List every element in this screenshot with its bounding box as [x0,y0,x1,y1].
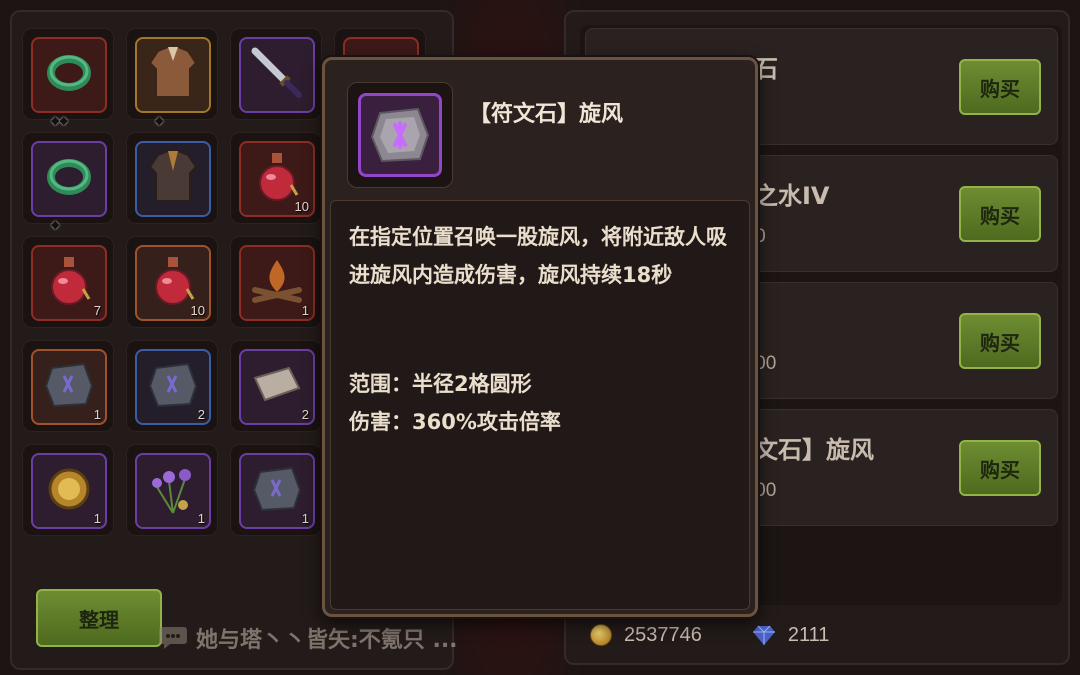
herb-flower-icon [145,461,201,521]
red-potion-icon [43,253,95,313]
jade-ring-icon [45,155,93,203]
slot-count: 1 [301,303,309,318]
scroll-icon [249,360,305,414]
inventory-slot[interactable]: 1 [230,236,322,328]
slot-frame: 2 [135,349,211,425]
slot-count: 2 [301,407,309,422]
slot-frame: 1 [31,453,107,529]
currency-bar: 2537746 2111 [590,618,829,652]
enhance-level-marks: ◆◆ [51,114,68,127]
inventory-slot[interactable] [230,28,322,120]
slot-frame [239,37,315,113]
slot-count: 7 [93,303,101,318]
slot-frame [31,141,107,217]
inventory-slot[interactable]: 1 [22,444,114,536]
inventory-slot[interactable]: ◆ [126,28,218,127]
buy-button[interactable]: 购买 [959,186,1041,242]
enhance-level-marks: ◆ [51,218,60,231]
slot-frame [31,37,107,113]
campfire-icon [249,254,305,312]
slot-count: 1 [93,511,101,526]
slot-frame: 1 [239,245,315,321]
tooltip-damage: 伤害：360%攻击倍率 [349,410,561,434]
buy-button[interactable]: 购买 [959,440,1041,496]
gold-amount: 2537746 [624,623,702,646]
tooltip-title: 【符文石】旋风 [469,102,624,127]
slot-frame [135,37,211,113]
slot-frame: 7 [31,245,107,321]
inventory-slot[interactable]: ◆ [22,132,114,231]
slot-frame: 10 [239,141,315,217]
slot-count: 2 [197,407,205,422]
leather-armor-icon [146,45,200,105]
slot-count: 1 [197,511,205,526]
rune-stone-icon [146,360,200,414]
item-tooltip: 【符文石】旋风 在指定位置召唤一股旋风，将附近敌人吸进旋风内造成伤害，旋风持续1… [322,57,758,617]
slot-count: 10 [190,303,205,318]
inventory-slot[interactable]: 1 [126,444,218,536]
slot-count: 10 [294,199,309,214]
sword-icon [249,45,305,105]
inventory-slot[interactable]: ◆◆ [22,28,114,127]
slot-frame: 2 [239,349,315,425]
gem-amount: 2111 [787,623,830,646]
tooltip-range: 范围：半径2格圆形 [349,372,532,396]
slot-frame: 1 [135,453,211,529]
inventory-slot[interactable]: 10 [230,132,322,224]
rune-stone-icon [42,360,96,414]
buy-button[interactable]: 购买 [959,59,1041,115]
slot-frame: 1 [239,453,315,529]
rune-stone-icon [358,93,442,177]
vest-armor-icon [146,149,200,209]
chat-message[interactable]: 她与塔丶丶皆矢:不氪只 ... [158,622,518,654]
chat-text: 她与塔丶丶皆矢:不氪只 ... [196,628,458,653]
chat-bubble-icon [159,627,187,649]
slot-count: 1 [301,511,309,526]
gold-medal-icon [44,464,94,518]
inventory-slot[interactable]: 7 [22,236,114,328]
sort-button[interactable]: 整理 [36,589,162,647]
slot-frame [135,141,211,217]
slot-count: 1 [93,407,101,422]
slot-frame: 1 [31,349,107,425]
tooltip-icon-frame [347,82,453,188]
inventory-slot[interactable]: 2 [230,340,322,432]
inventory-slot[interactable] [126,132,218,224]
buy-button[interactable]: 购买 [959,313,1041,369]
inventory-slot[interactable]: 10 [126,236,218,328]
inventory-slot[interactable]: 1 [22,340,114,432]
slot-frame: 10 [135,245,211,321]
gold-coin-icon [590,624,612,646]
inventory-slot[interactable]: 1 [230,444,322,536]
jade-ring-icon [45,51,93,99]
tooltip-description: 在指定位置召唤一股旋风，将附近敌人吸进旋风内造成伤害，旋风持续18秒 [349,225,727,287]
rune-stone-icon [250,464,304,518]
inventory-slot[interactable]: 2 [126,340,218,432]
enhance-level-marks: ◆ [155,114,164,127]
gem-icon [752,625,775,645]
